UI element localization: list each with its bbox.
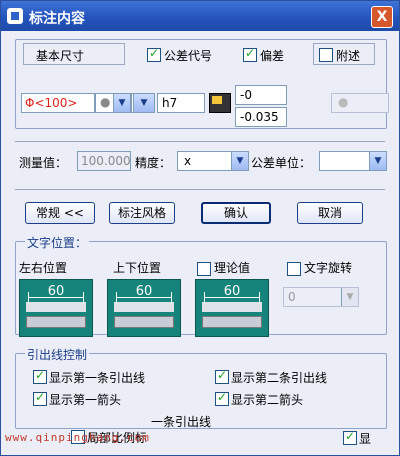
tolerance-unit-label: 公差单位： xyxy=(251,156,312,170)
leader-title: 引出线控制 xyxy=(25,346,90,363)
ok-button[interactable]: 确认 xyxy=(201,202,271,224)
deviation-label: 偏差 xyxy=(260,49,285,63)
app-icon xyxy=(7,8,23,24)
measured-value-input: 100.000 xyxy=(77,151,131,171)
lr-position-label: 左右位置 xyxy=(19,261,68,275)
show-second-arrow-checkbox[interactable] xyxy=(215,390,229,406)
chevron-down-icon[interactable]: ▼ xyxy=(133,94,154,112)
close-button[interactable]: X xyxy=(371,6,393,28)
overlap-leader-text: 一条引出线 xyxy=(151,415,212,429)
dot-icon: ● xyxy=(338,95,349,109)
remark-checkbox[interactable] xyxy=(319,48,333,62)
dialog-window: 标注内容 X 基本尺寸 公差代号 偏差 附述 Φ<100> ● ▼ ▼ h7 -… xyxy=(0,0,400,456)
measured-label: 测量值： xyxy=(19,156,68,170)
tolerance-code-checkbox[interactable] xyxy=(147,46,161,62)
tolerance-code-label: 公差代号 xyxy=(164,49,213,63)
theory-preview[interactable]: 60 xyxy=(195,279,269,337)
title-bar: 标注内容 X xyxy=(1,1,399,31)
main-value-input[interactable]: Φ<100> xyxy=(21,93,95,113)
upper-deviation-input[interactable]: -0 xyxy=(235,85,287,105)
show-first-leader-label: 显示第一条引出线 xyxy=(49,371,146,385)
upper-deviation-text: -0 xyxy=(240,88,252,102)
remark-label: 附述 xyxy=(336,49,361,63)
show-first-arrow-checkbox[interactable] xyxy=(33,390,47,406)
show-right-label: 显 xyxy=(359,432,372,446)
tolerance-unit-select[interactable]: ▼ xyxy=(319,151,387,171)
style-button[interactable]: 标注风格 xyxy=(109,202,175,224)
chevron-down-icon[interactable]: ▼ xyxy=(231,152,248,170)
window-title: 标注内容 xyxy=(29,11,85,27)
deviation-checkbox[interactable] xyxy=(243,46,257,62)
basic-size-label: 基本尺寸 xyxy=(36,49,85,63)
basic-size-box: 基本尺寸 xyxy=(23,43,125,65)
rotate-checkbox[interactable] xyxy=(287,262,301,276)
lower-deviation-text: -0.035 xyxy=(240,110,279,124)
cancel-button[interactable]: 取消 xyxy=(297,202,363,224)
show-right-checkbox[interactable] xyxy=(343,429,357,445)
symbol-dropdown-1[interactable]: ● ▼ xyxy=(95,93,131,113)
ud-position-label: 上下位置 xyxy=(113,261,162,275)
watermark: www.qinpinghang.com xyxy=(5,431,150,444)
separator xyxy=(15,141,385,142)
show-second-arrow-label: 显示第二箭头 xyxy=(231,393,304,407)
show-first-leader-checkbox[interactable] xyxy=(33,368,47,384)
separator xyxy=(15,189,385,190)
chevron-down-icon[interactable]: ▼ xyxy=(369,152,386,170)
ud-position-preview[interactable]: 60 xyxy=(107,279,181,337)
rotate-value: 0 xyxy=(288,290,296,304)
symbol-dropdown-2[interactable]: ▼ xyxy=(131,93,155,113)
text-position-title: 文字位置： xyxy=(25,234,90,251)
rotate-select: 0 ▼ xyxy=(283,287,359,307)
show-first-arrow-label: 显示第一箭头 xyxy=(49,393,122,407)
theory-checkbox[interactable] xyxy=(197,262,211,276)
show-second-leader-label: 显示第二条引出线 xyxy=(231,371,328,385)
chevron-down-icon: ▼ xyxy=(341,288,358,306)
main-value-text: Φ<100> xyxy=(25,96,78,110)
precision-value: x xyxy=(184,154,192,168)
lower-deviation-input[interactable]: -0.035 xyxy=(235,107,287,127)
normal-toggle-button[interactable]: 常规 << xyxy=(25,202,95,224)
fit-code-text: h7 xyxy=(162,96,178,110)
lr-position-preview[interactable]: 60 xyxy=(19,279,93,337)
measured-value-text: 100.000 xyxy=(81,154,131,168)
fit-code-input[interactable]: h7 xyxy=(157,93,205,113)
precision-label: 精度： xyxy=(135,156,172,170)
dot-icon: ● xyxy=(100,95,111,109)
disabled-dropdown: ● xyxy=(331,93,389,113)
rotate-label: 文字旋转 xyxy=(304,261,353,275)
theory-label: 理论值 xyxy=(214,261,251,275)
lookup-icon[interactable] xyxy=(209,93,231,113)
show-second-leader-checkbox[interactable] xyxy=(215,368,229,384)
precision-select[interactable]: x ▼ xyxy=(177,151,249,171)
chevron-down-icon[interactable]: ▼ xyxy=(113,94,130,112)
